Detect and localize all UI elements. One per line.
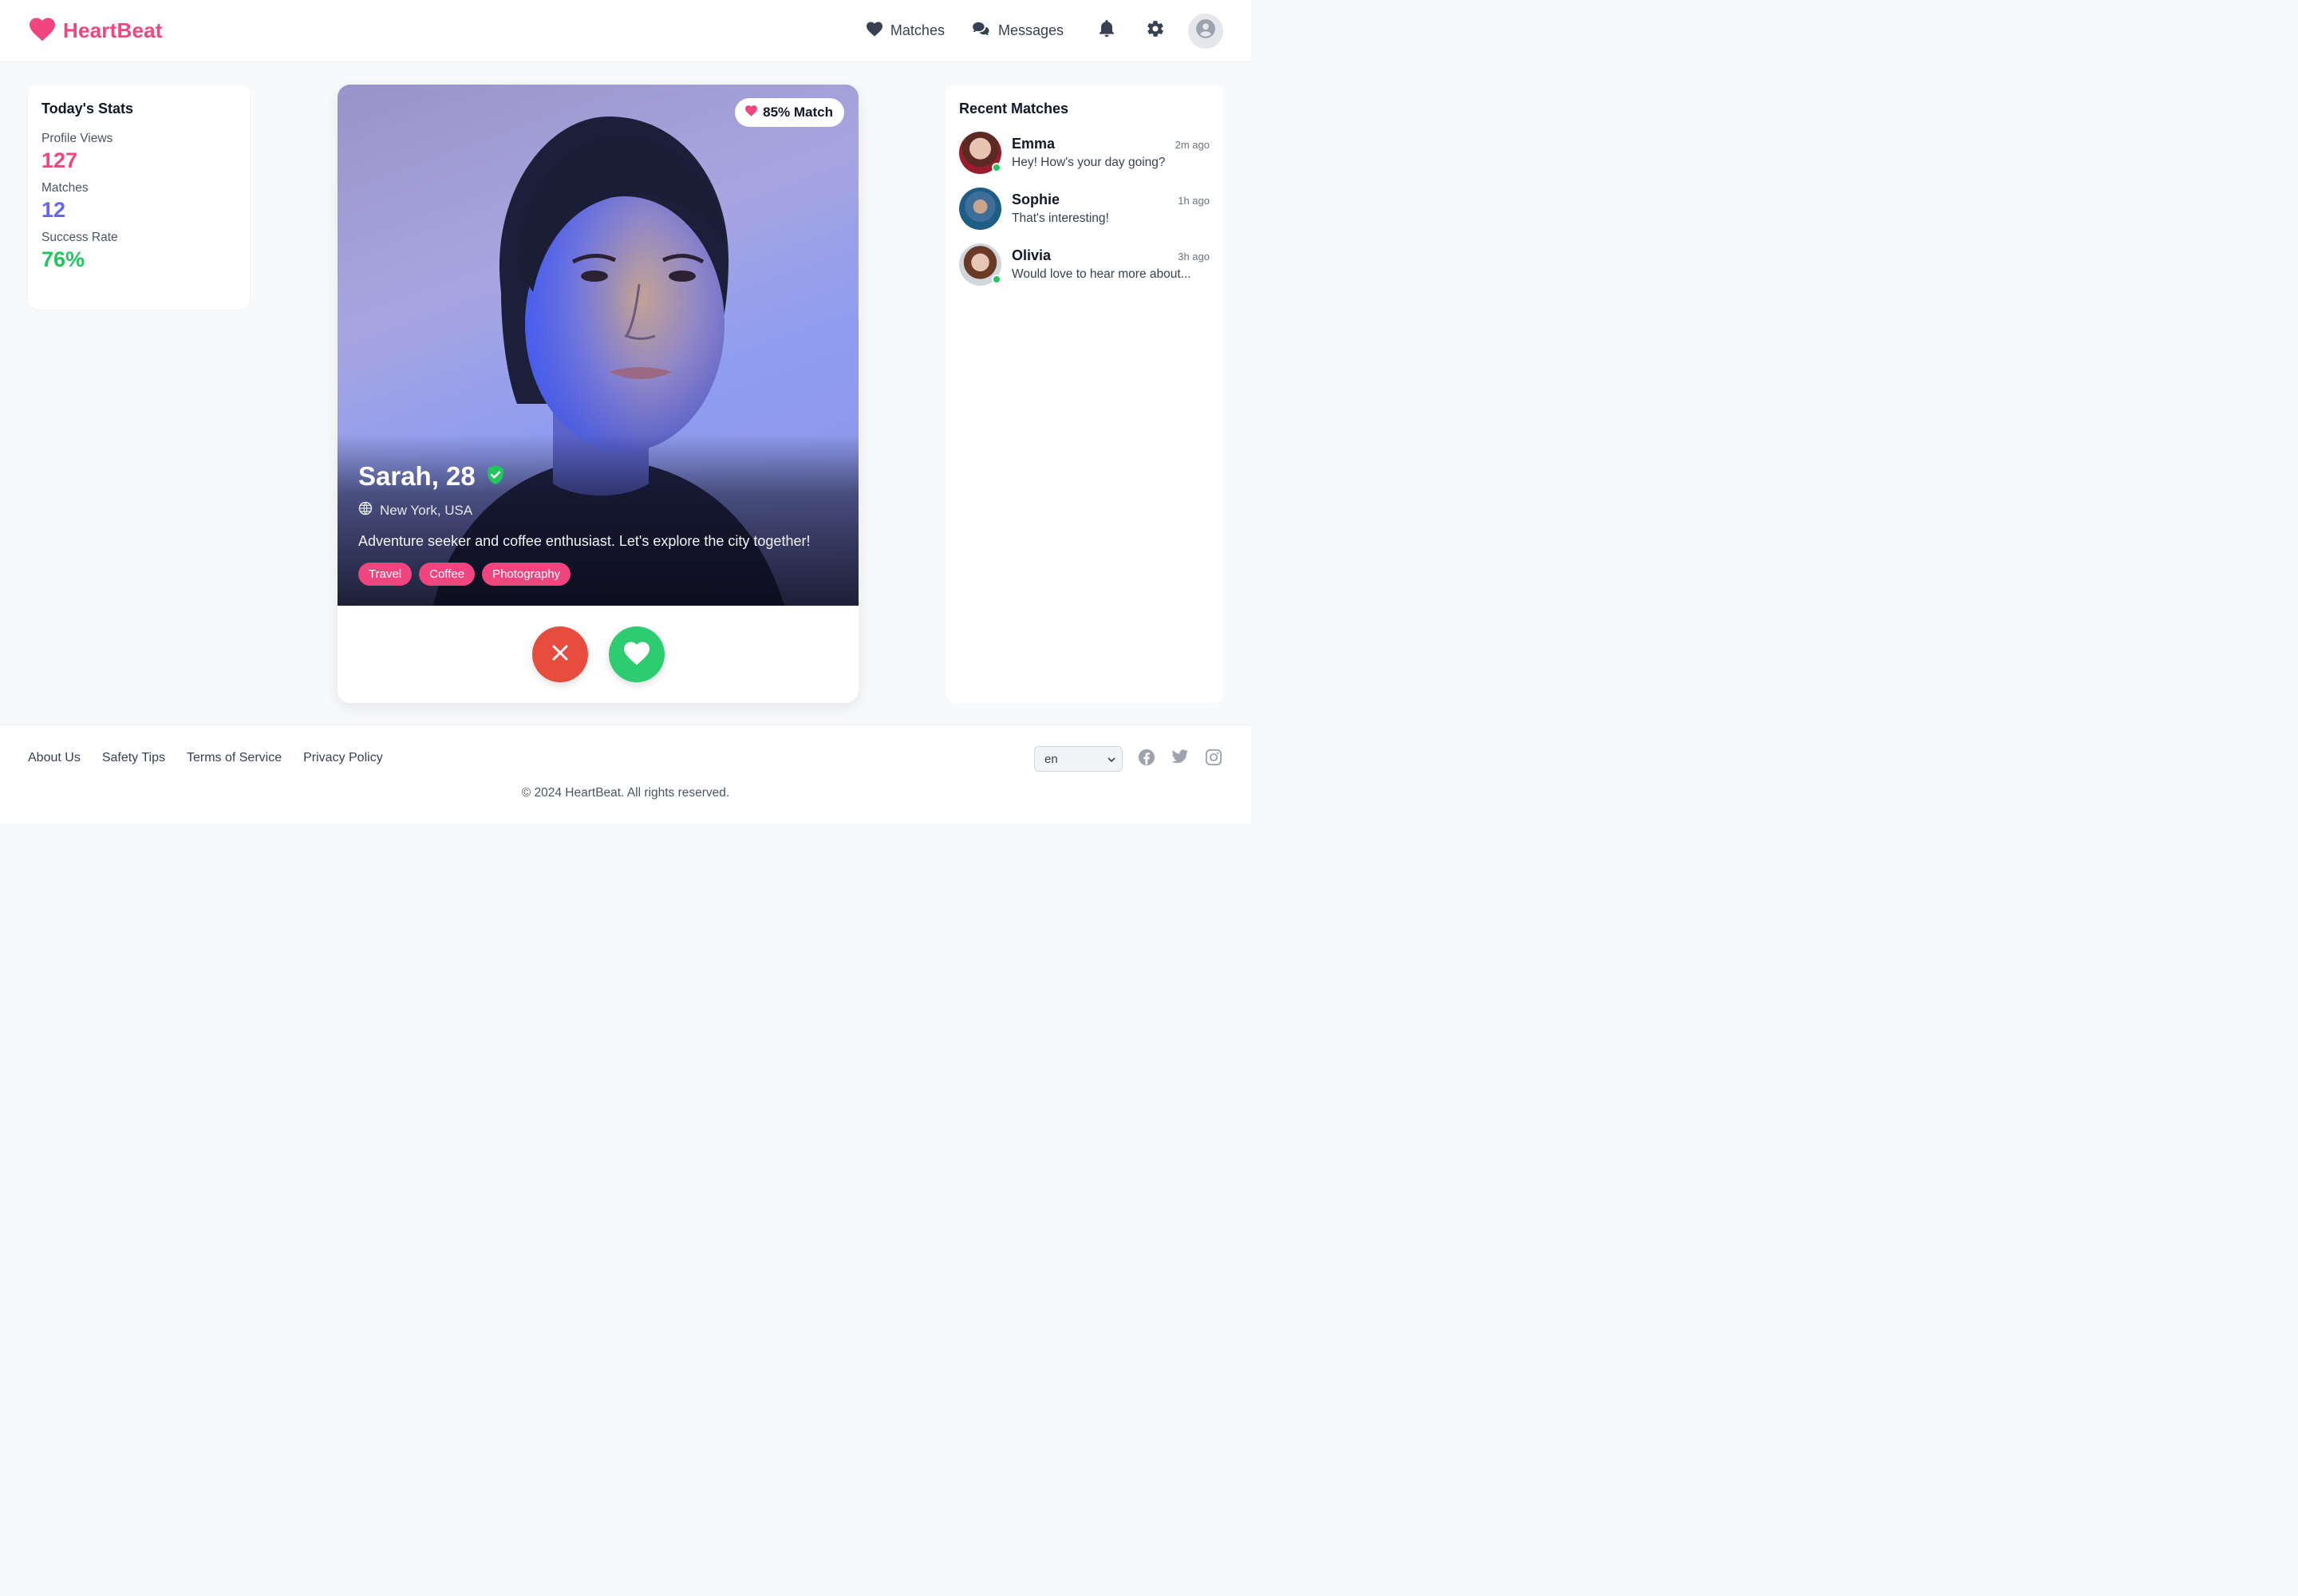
interest-tags: Travel Coffee Photography (358, 563, 843, 586)
stat-value: 127 (41, 148, 78, 172)
stats-title: Today's Stats (41, 101, 133, 117)
brand-name: HeartBeat (63, 18, 163, 42)
gear-icon (1146, 19, 1165, 42)
profile-bio: Adventure seeker and coffee enthusiast. … (358, 533, 811, 549)
settings-button[interactable] (1139, 15, 1171, 47)
stat-success-rate: Success Rate 76% (41, 231, 236, 272)
footer: About Us Safety Tips Terms of Service Pr… (0, 725, 1251, 824)
facebook-icon (1138, 749, 1155, 770)
footer-links: About Us Safety Tips Terms of Service Pr… (28, 751, 383, 765)
match-time: 1h ago (1178, 195, 1210, 207)
language-select[interactable]: en (1034, 746, 1123, 772)
stat-label: Profile Views (41, 132, 113, 145)
match-name: Sophie (1012, 192, 1060, 207)
nav-messages-label: Messages (997, 22, 1064, 38)
interest-tag: Travel (358, 563, 413, 586)
twitter-link[interactable] (1171, 749, 1190, 768)
instagram-link[interactable] (1204, 749, 1223, 768)
recent-matches-title: Recent Matches (959, 101, 1069, 117)
match-last-message: Hey! How's your day going? (1012, 156, 1166, 169)
match-time: 3h ago (1178, 251, 1210, 263)
stat-label: Matches (41, 181, 89, 195)
chat-bubbles-icon (972, 21, 991, 41)
profile-location: New York, USA (358, 501, 843, 519)
facebook-link[interactable] (1137, 749, 1156, 768)
notifications-button[interactable] (1091, 15, 1123, 47)
language-value: en (1044, 752, 1058, 766)
match-last-message: That's interesting! (1012, 211, 1109, 225)
profile-info: Sarah, 28 New York, USA Adventure seeker… (358, 461, 843, 586)
footer-link-safety[interactable]: Safety Tips (102, 751, 165, 765)
profile-card[interactable]: 85% Match Sarah, 28 New York, USA Advent… (338, 85, 859, 703)
brand[interactable]: HeartBeat (28, 16, 163, 45)
heart-logo-icon (28, 16, 57, 45)
profile-name: Sarah, 28 (358, 461, 476, 491)
recent-matches-panel: Recent Matches Emma 2m ago Hey! How's yo… (946, 85, 1223, 703)
main-nav: Matches Messages (866, 13, 1223, 49)
match-name: Emma (1012, 136, 1056, 152)
match-last-message: Would love to hear more about... (1012, 267, 1191, 281)
recent-match-item[interactable]: Sophie 1h ago That's interesting! (959, 188, 1210, 230)
stat-profile-views: Profile Views 127 (41, 132, 236, 173)
todays-stats-panel: Today's Stats Profile Views 127 Matches … (28, 85, 250, 310)
interest-tag: Photography (482, 563, 571, 586)
bell-icon (1098, 19, 1115, 42)
avatar (959, 188, 1001, 230)
swipe-actions (338, 626, 859, 682)
heart-icon (622, 640, 651, 670)
footer-link-about[interactable]: About Us (28, 751, 81, 765)
recent-match-item[interactable]: Emma 2m ago Hey! How's your day going? (959, 132, 1210, 174)
footer-right: en (1034, 746, 1223, 772)
stat-label: Success Rate (41, 231, 118, 244)
top-header: HeartBeat Matches Messages (0, 0, 1251, 62)
copyright-text: © 2024 HeartBeat. All rights reserved. (521, 786, 730, 800)
stat-value: 12 (41, 198, 66, 222)
heart-icon (866, 21, 883, 41)
heart-icon (744, 105, 758, 120)
match-name: Olivia (1012, 247, 1052, 263)
stat-matches: Matches 12 (41, 181, 236, 223)
interest-tag: Coffee (419, 563, 476, 586)
chevron-down-icon (1108, 753, 1115, 766)
profile-photo: 85% Match Sarah, 28 New York, USA Advent… (338, 85, 859, 606)
avatar (959, 132, 1001, 174)
nav-matches[interactable]: Matches (866, 21, 945, 41)
instagram-icon (1205, 749, 1222, 770)
stat-value: 76% (41, 247, 85, 271)
like-button[interactable] (608, 626, 665, 682)
profile-menu-button[interactable] (1188, 13, 1223, 49)
match-time: 2m ago (1175, 139, 1210, 151)
nav-matches-label: Matches (890, 22, 945, 38)
nav-messages[interactable]: Messages (972, 21, 1064, 41)
online-indicator (992, 275, 1001, 284)
avatar (959, 243, 1001, 286)
close-icon (551, 644, 569, 666)
user-avatar-icon (1195, 18, 1216, 43)
recent-match-item[interactable]: Olivia 3h ago Would love to hear more ab… (959, 243, 1210, 286)
verified-badge-icon (485, 464, 506, 489)
footer-link-terms[interactable]: Terms of Service (187, 751, 282, 765)
footer-link-privacy[interactable]: Privacy Policy (303, 751, 383, 765)
twitter-icon (1171, 749, 1189, 768)
pass-button[interactable] (531, 626, 588, 682)
online-indicator (992, 163, 1001, 172)
globe-icon (358, 501, 373, 519)
location-text: New York, USA (380, 502, 473, 518)
match-percentage-text: 85% Match (763, 105, 833, 120)
match-percentage-badge: 85% Match (735, 98, 844, 127)
